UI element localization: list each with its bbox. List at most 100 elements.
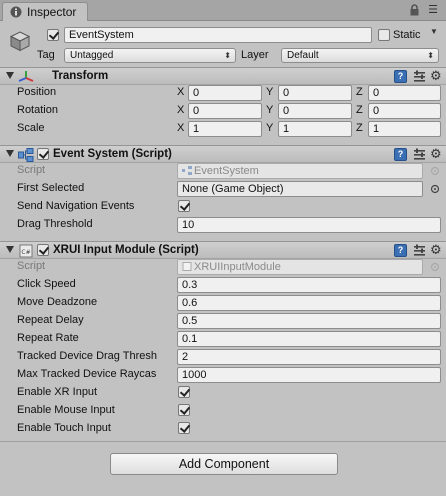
tab-title: Inspector [27,5,77,19]
send-navigation-checkbox[interactable] [178,200,190,212]
script-field: XRUIInputModule [177,259,423,275]
position-z-field[interactable]: 0 [368,85,441,101]
foldout-arrow-icon[interactable] [6,150,14,157]
gameobject-cube-icon [9,31,31,52]
gear-icon[interactable]: ⚙ [430,68,442,84]
position-x-field[interactable]: 0 [188,85,262,101]
axis-y-label: Y [266,122,274,134]
axis-z-label: Z [356,104,363,116]
xrui-enabled-checkbox[interactable] [37,244,49,256]
tag-value: Untagged [70,50,114,61]
max-tracked-device-raycast-field[interactable]: 1000 [177,367,441,383]
gameobject-header: EventSystem Static ▼ Tag Untagged ⬍ Laye… [0,21,446,67]
scale-z-field[interactable]: 1 [368,121,441,137]
preset-icon[interactable] [413,244,426,257]
section-divider [0,441,446,442]
scale-y-field[interactable]: 1 [278,121,352,137]
event-system-icon [18,148,34,162]
tab-inspector[interactable]: Inspector [2,2,88,21]
help-icon[interactable]: ? [394,244,407,257]
rotation-y-field[interactable]: 0 [278,103,352,119]
event-system-header[interactable]: Event System (Script) ? ⚙ [0,145,446,163]
gear-icon[interactable]: ⚙ [430,146,442,162]
axis-y-label: Y [266,104,274,116]
csharp-script-icon: C# [19,244,33,258]
scale-x-field[interactable]: 1 [188,121,262,137]
inspector-tab-bar: Inspector ☰ [0,0,446,21]
script-value: XRUIInputModule [194,261,281,273]
component-title: XRUI Input Module (Script) [53,244,199,256]
rotation-z-field[interactable]: 0 [368,103,441,119]
chevron-updown-icon: ⬍ [427,51,434,60]
tag-dropdown[interactable]: Untagged ⬍ [64,48,236,63]
gameobject-active-checkbox[interactable] [47,29,59,41]
rotation-label: Rotation [17,104,58,116]
enable-mouse-input-checkbox[interactable] [178,404,190,416]
enable-touch-input-checkbox[interactable] [178,422,190,434]
drag-threshold-label: Drag Threshold [17,218,93,230]
help-icon[interactable]: ? [394,70,407,83]
position-y-field[interactable]: 0 [278,85,352,101]
static-label: Static [393,29,421,41]
help-icon[interactable]: ? [394,148,407,161]
move-deadzone-label: Move Deadzone [17,296,98,308]
object-picker-icon [430,166,440,176]
transform-header[interactable]: Transform ? ⚙ [0,67,446,85]
click-speed-label: Click Speed [17,278,76,290]
static-dropdown-icon[interactable]: ▼ [430,27,438,36]
csharp-script-icon [182,262,192,271]
transform-axes-icon [18,71,34,82]
drag-threshold-field[interactable]: 10 [177,217,441,233]
click-speed-field[interactable]: 0.3 [177,277,441,293]
xrui-input-module-header[interactable]: C# XRUI Input Module (Script) ? ⚙ [0,241,446,259]
info-icon [10,6,22,18]
preset-icon[interactable] [413,70,426,83]
preset-icon[interactable] [413,148,426,161]
static-checkbox[interactable] [378,29,390,41]
tag-label: Tag [37,49,55,61]
layer-value: Default [287,50,319,61]
scale-label: Scale [17,122,45,134]
axis-x-label: X [177,104,185,116]
rotation-x-field[interactable]: 0 [188,103,262,119]
axis-z-label: Z [356,86,363,98]
gameobject-name-field[interactable]: EventSystem [64,27,372,43]
tracked-device-drag-threshold-label: Tracked Device Drag Thresh [17,350,157,362]
chevron-updown-icon: ⬍ [224,51,231,60]
repeat-delay-label: Repeat Delay [17,314,84,326]
script-value: EventSystem [194,165,259,177]
axis-y-label: Y [266,86,274,98]
tab-menu-icon[interactable]: ☰ [426,3,440,17]
enable-mouse-input-label: Enable Mouse Input [17,404,115,416]
script-label: Script [17,164,46,176]
move-deadzone-field[interactable]: 0.6 [177,295,441,311]
axis-x-label: X [177,122,185,134]
gear-icon[interactable]: ⚙ [430,242,442,258]
enable-xr-input-checkbox[interactable] [178,386,190,398]
tracked-device-drag-threshold-field[interactable]: 2 [177,349,441,365]
enable-touch-input-label: Enable Touch Input [17,422,111,434]
axis-z-label: Z [356,122,363,134]
layer-label: Layer [241,49,269,61]
script-label: Script [17,260,46,272]
object-picker-icon [430,262,440,272]
foldout-arrow-icon[interactable] [6,72,14,79]
first-selected-field[interactable]: None (Game Object) [177,181,423,197]
repeat-rate-field[interactable]: 0.1 [177,331,441,347]
lock-icon[interactable] [410,4,419,16]
layer-dropdown[interactable]: Default ⬍ [281,48,439,63]
event-system-enabled-checkbox[interactable] [37,148,49,160]
axis-x-label: X [177,86,185,98]
repeat-rate-label: Repeat Rate [17,332,79,344]
script-field: EventSystem [177,163,423,179]
add-component-button[interactable]: Add Component [110,453,338,475]
max-tracked-device-raycast-label: Max Tracked Device Raycas [17,368,157,380]
object-picker-icon[interactable] [430,184,440,194]
component-title: Event System (Script) [53,148,172,160]
enable-xr-input-label: Enable XR Input [17,386,98,398]
first-selected-label: First Selected [17,182,85,194]
foldout-arrow-icon[interactable] [6,246,14,253]
position-label: Position [17,86,57,98]
component-title: Transform [52,70,109,82]
repeat-delay-field[interactable]: 0.5 [177,313,441,329]
